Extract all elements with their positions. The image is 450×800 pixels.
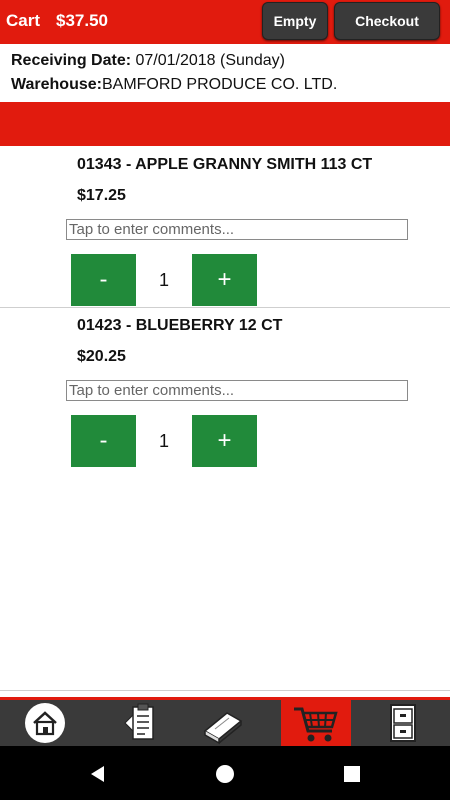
cart-icon — [294, 707, 338, 742]
quantity-value: 1 — [158, 270, 169, 290]
nav-order-guide[interactable] — [100, 700, 170, 746]
cart-total: $37.50 — [56, 11, 108, 30]
system-navigation-bar — [0, 746, 450, 800]
cart-item: 01343 - APPLE GRANNY SMITH 113 CT $17.25… — [0, 146, 450, 306]
recent-apps-icon[interactable] — [342, 764, 362, 784]
receiving-date-value: 07/01/2018 (Sunday) — [135, 52, 285, 69]
order-info: Receiving Date: 07/01/2018 (Sunday) Ware… — [0, 44, 450, 102]
order-guide-icon — [124, 703, 154, 740]
checkout-button[interactable]: Checkout — [334, 2, 440, 40]
item-price: $17.25 — [77, 187, 126, 204]
item-name: 01423 - BLUEBERRY 12 CT — [77, 317, 283, 334]
warehouse-value: BAMFORD PRODUCE CO. LTD. — [101, 76, 338, 93]
item-price: $20.25 — [77, 348, 126, 365]
empty-cart-button[interactable]: Empty — [262, 2, 328, 40]
list-end-divider — [0, 690, 450, 691]
back-icon[interactable] — [88, 764, 108, 784]
home-circle-icon[interactable] — [215, 764, 235, 784]
comment-input[interactable] — [66, 219, 408, 240]
warehouse-label: Warehouse: — [11, 76, 102, 93]
warehouse-row: Warehouse:BAMFORD PRODUCE CO. LTD. — [11, 76, 337, 94]
increase-quantity-button[interactable]: + — [192, 415, 257, 467]
nav-home[interactable] — [10, 700, 80, 746]
decrease-quantity-button[interactable]: - — [71, 254, 136, 306]
cart-item: 01423 - BLUEBERRY 12 CT $20.25 - 1 + — [0, 307, 450, 467]
receiving-date-row: Receiving Date: 07/01/2018 (Sunday) — [11, 52, 285, 70]
top-bar: Cart $37.50 Empty Checkout — [0, 0, 450, 44]
receiving-date-label: Receiving Date: — [11, 52, 132, 69]
item-name: 01343 - APPLE GRANNY SMITH 113 CT — [77, 156, 373, 173]
bottom-nav — [0, 697, 450, 746]
page-title: Cart — [6, 11, 41, 30]
decrease-quantity-button[interactable]: - — [71, 415, 136, 467]
file-cabinet-icon — [390, 704, 416, 742]
home-icon — [25, 703, 65, 743]
quantity-value: 1 — [158, 431, 169, 451]
nav-catalog[interactable] — [188, 700, 258, 746]
increase-quantity-button[interactable]: + — [192, 254, 257, 306]
catalog-book-icon — [203, 712, 243, 745]
comment-input[interactable] — [66, 380, 408, 401]
section-divider-band — [0, 102, 450, 146]
nav-history[interactable] — [368, 700, 438, 746]
nav-cart[interactable] — [281, 700, 351, 746]
